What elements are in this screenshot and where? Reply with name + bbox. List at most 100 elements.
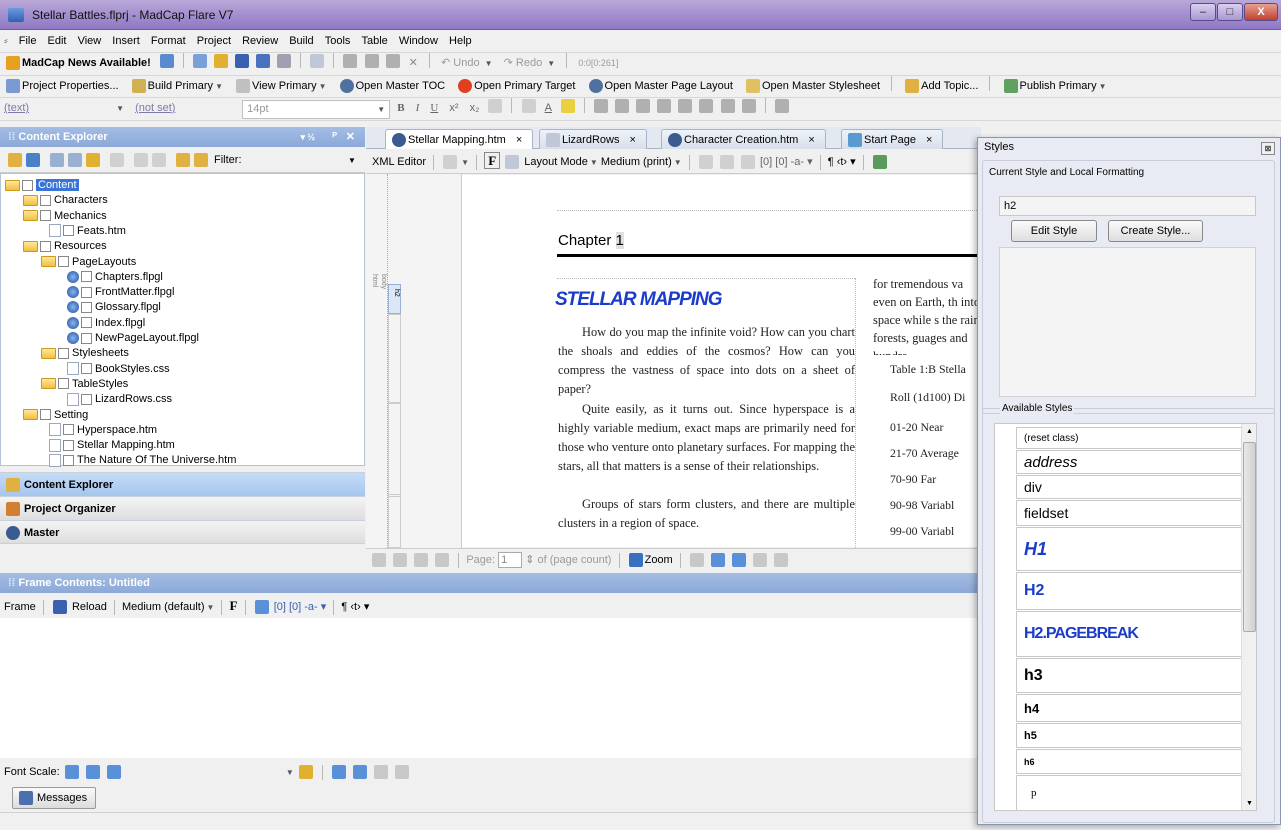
zoom-button[interactable]: Zoom: [645, 554, 673, 566]
tree-file[interactable]: Index.flpgl: [67, 316, 145, 331]
tree-file[interactable]: LizardRows.css: [67, 392, 172, 407]
paragraph-1[interactable]: How do you map the infinite void? How ca…: [558, 323, 855, 399]
outdent-icon[interactable]: [720, 98, 735, 113]
italic-button[interactable]: I: [412, 98, 424, 119]
frame-icon[interactable]: [254, 600, 269, 615]
prev-page-icon[interactable]: [393, 553, 408, 568]
ruler-h-icon[interactable]: [374, 765, 389, 780]
tree-checkbox[interactable]: [81, 286, 92, 298]
nav-master[interactable]: Master: [0, 520, 365, 544]
paragraph-3[interactable]: Groups of stars form clusters, and there…: [558, 495, 855, 533]
reset-zoom-icon[interactable]: [85, 765, 100, 780]
style-item-h4[interactable]: h4: [1016, 694, 1253, 722]
menu-insert[interactable]: Insert: [108, 31, 144, 52]
bold-button[interactable]: B: [393, 98, 408, 119]
indent-icon[interactable]: [699, 98, 714, 113]
messages-tab[interactable]: Messages: [12, 787, 96, 809]
reload-button[interactable]: Reload: [72, 601, 107, 613]
nav-content-explorer[interactable]: Content Explorer: [0, 472, 365, 496]
tree-folder[interactable]: Characters: [23, 193, 108, 208]
new-topic-icon[interactable]: [194, 153, 208, 167]
menu-build[interactable]: Build: [285, 31, 317, 52]
font-size-select[interactable]: 14pt ▼: [242, 100, 391, 119]
add-file-icon[interactable]: [50, 153, 64, 167]
frame-content-area[interactable]: [0, 618, 977, 758]
layout-mode-button[interactable]: Layout Mode: [524, 156, 588, 168]
right-column-text[interactable]: for tremendous va even on Earth, th into…: [873, 275, 981, 355]
tree-checkbox[interactable]: [40, 210, 51, 222]
scroll-thumb[interactable]: [1243, 442, 1256, 632]
tree-file[interactable]: Glossary.flpgl: [67, 300, 161, 315]
styles-close-icon[interactable]: ⊠: [1261, 142, 1275, 155]
tree-checkbox[interactable]: [63, 439, 74, 451]
tree-folder[interactable]: Stylesheets: [41, 346, 129, 361]
close-icon[interactable]: ✕: [346, 127, 355, 147]
tags-icon[interactable]: ‹t› ▾: [350, 601, 369, 613]
markers-icon[interactable]: [698, 155, 713, 170]
conditions-icon[interactable]: [0] [0] -a- ▾: [274, 601, 327, 613]
page-icon[interactable]: [505, 155, 520, 170]
style-item-reset-class[interactable]: (reset class): [1016, 427, 1253, 449]
tree-checkbox[interactable]: [81, 332, 92, 344]
document-page[interactable]: Chapter 1 STELLAR MAPPING How do you map…: [462, 175, 981, 548]
tree-file[interactable]: Hyperspace.htm: [49, 423, 157, 438]
xml-editor-button[interactable]: XML Editor: [372, 156, 426, 168]
menu-view[interactable]: View: [74, 31, 106, 52]
ruler-v-icon[interactable]: [774, 553, 789, 568]
delete-icon[interactable]: ✕: [405, 53, 422, 74]
style-select[interactable]: (text) ▼: [0, 98, 128, 119]
frame-icon[interactable]: [740, 155, 755, 170]
view-icon[interactable]: [443, 155, 458, 170]
create-style-button[interactable]: Create Style...: [1108, 220, 1203, 242]
publish-primary-button[interactable]: Publish Primary ▼: [998, 76, 1111, 97]
color-icon[interactable]: [86, 153, 100, 167]
font-button[interactable]: F: [484, 152, 501, 169]
tree-checkbox[interactable]: [81, 393, 92, 405]
tracking-icon[interactable]: [719, 155, 734, 170]
view-primary-button[interactable]: View Primary ▼: [230, 76, 331, 97]
copy-icon[interactable]: [364, 53, 379, 68]
font-button[interactable]: F: [230, 598, 238, 613]
paste-icon[interactable]: [385, 53, 400, 68]
color-icon[interactable]: [298, 765, 313, 780]
menu-file[interactable]: File: [15, 31, 41, 52]
cut-icon[interactable]: [343, 53, 358, 68]
style-item-address[interactable]: address: [1016, 450, 1253, 474]
tree-checkbox[interactable]: [81, 271, 92, 283]
tab-start-page[interactable]: Start Page ×: [841, 129, 944, 149]
maximize-button[interactable]: □: [1217, 3, 1243, 21]
frame-medium-select[interactable]: Medium (default): [122, 601, 205, 613]
open-master-toc-button[interactable]: Open Master TOC: [334, 76, 449, 97]
save-icon[interactable]: [235, 53, 250, 68]
edit-icon[interactable]: [152, 153, 166, 167]
redo-button[interactable]: ↷ Redo ▼: [500, 53, 560, 74]
add-folder-icon[interactable]: [68, 153, 82, 167]
tab-close-icon[interactable]: ×: [926, 134, 932, 146]
tree-file[interactable]: Feats.htm: [49, 224, 126, 239]
minimize-button[interactable]: ‒: [1190, 3, 1216, 21]
paragraph-2[interactable]: Quite easily, as it turns out. Since hyp…: [558, 400, 855, 476]
close-button[interactable]: X: [1244, 3, 1278, 21]
tree-folder[interactable]: Resources: [23, 239, 107, 254]
tree-checkbox[interactable]: [58, 347, 69, 359]
style-item-h5[interactable]: h5: [1016, 723, 1253, 748]
tree-folder[interactable]: Mechanics: [23, 209, 107, 224]
subscript-button[interactable]: x₂: [466, 98, 484, 119]
h2-tag[interactable]: h2: [388, 284, 401, 314]
view-mode-icon[interactable]: [689, 553, 704, 568]
preview-icon[interactable]: [872, 155, 887, 170]
edit-style-button[interactable]: Edit Style: [1011, 220, 1097, 242]
styles-scrollbar[interactable]: ▲ ▼: [1241, 424, 1256, 810]
save-all-icon[interactable]: [256, 53, 271, 68]
tree-folder[interactable]: PageLayouts: [41, 255, 136, 270]
style-item-h3[interactable]: h3: [1016, 658, 1253, 693]
borders-icon[interactable]: [741, 98, 756, 113]
tree-file[interactable]: BookStyles.css: [67, 362, 170, 377]
align-right-icon[interactable]: [636, 98, 651, 113]
frame-button[interactable]: Frame: [4, 601, 36, 613]
zoom-out-icon[interactable]: [64, 765, 79, 780]
tab-lizardrows[interactable]: LizardRows ×: [539, 129, 647, 149]
tree-file[interactable]: Chapters.flpgl: [67, 270, 163, 285]
align-left-icon[interactable]: [594, 98, 609, 113]
ruler-h-icon[interactable]: [753, 553, 768, 568]
